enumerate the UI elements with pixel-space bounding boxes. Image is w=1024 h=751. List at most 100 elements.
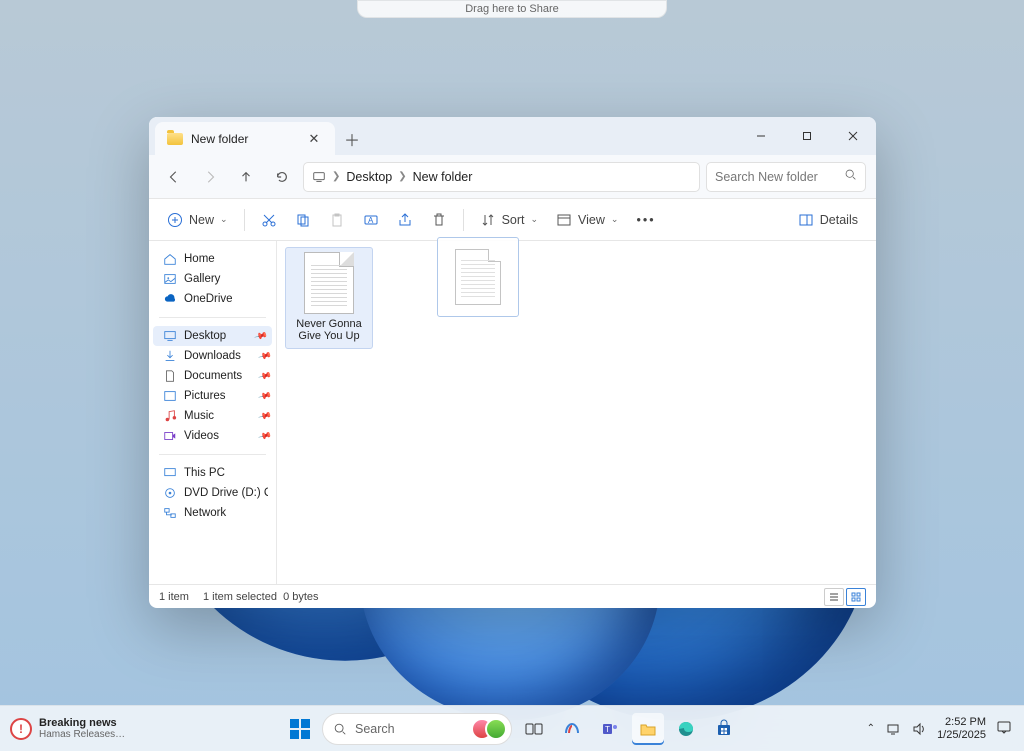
file-item[interactable]: Never Gonna Give You Up xyxy=(285,247,373,349)
taskbar-app-taskview[interactable] xyxy=(518,713,550,745)
details-button[interactable]: Details xyxy=(790,205,866,235)
clock[interactable]: 2:52 PM 1/25/2025 xyxy=(937,716,986,742)
titlebar: New folder ✕ ＋ xyxy=(149,117,876,155)
volume-icon[interactable] xyxy=(911,721,927,737)
paste-button[interactable] xyxy=(321,205,353,235)
more-button[interactable]: ••• xyxy=(628,205,663,235)
tab-close-button[interactable]: ✕ xyxy=(305,130,323,148)
new-label: New xyxy=(189,213,214,227)
cut-button[interactable] xyxy=(253,205,285,235)
sidebar-item-home[interactable]: Home xyxy=(149,249,276,269)
file-list[interactable]: Never Gonna Give You Up xyxy=(277,241,876,584)
date: 1/25/2025 xyxy=(937,729,986,742)
details-label: Details xyxy=(820,213,858,227)
taskbar-app-edge[interactable] xyxy=(670,713,702,745)
sidebar-item-onedrive[interactable]: OneDrive xyxy=(149,289,276,309)
rename-button[interactable]: A xyxy=(355,205,387,235)
taskbar-search[interactable]: Search xyxy=(322,713,512,745)
sidebar-item-documents[interactable]: Documents 📌 xyxy=(149,366,276,386)
news-alert-icon xyxy=(10,718,32,740)
drag-ghost xyxy=(437,237,519,317)
drag-to-share-bar[interactable]: Drag here to Share xyxy=(357,0,667,18)
search-icon xyxy=(333,722,347,736)
pin-icon: 📌 xyxy=(257,348,272,363)
svg-text:A: A xyxy=(368,216,374,225)
disc-icon xyxy=(163,486,177,500)
time: 2:52 PM xyxy=(937,716,986,729)
status-item-count: 1 item xyxy=(159,591,189,603)
sidebar-item-network[interactable]: Network xyxy=(149,503,276,523)
close-button[interactable] xyxy=(830,117,876,155)
monitor-icon xyxy=(312,170,326,184)
nav-forward-button[interactable] xyxy=(195,162,225,192)
folder-icon xyxy=(167,133,183,145)
start-button[interactable] xyxy=(284,713,316,745)
notifications-button[interactable] xyxy=(996,719,1012,738)
status-bar: 1 item 1 item selected 0 bytes xyxy=(149,584,876,608)
pin-icon: 📌 xyxy=(257,428,272,443)
chevron-down-icon: ⌄ xyxy=(220,214,228,225)
breadcrumb[interactable]: ❯ Desktop ❯ New folder xyxy=(303,162,700,192)
sidebar-item-dvd[interactable]: DVD Drive (D:) CCCC xyxy=(149,483,276,503)
icons-view-toggle[interactable] xyxy=(846,588,866,606)
tab-title: New folder xyxy=(191,132,248,146)
sidebar-item-music[interactable]: Music 📌 xyxy=(149,406,276,426)
wifi-icon[interactable] xyxy=(885,721,901,737)
search-input[interactable] xyxy=(715,170,857,184)
pin-icon: 📌 xyxy=(257,368,272,383)
home-icon xyxy=(163,252,177,266)
breadcrumb-desktop[interactable]: Desktop xyxy=(346,170,392,184)
search-box[interactable] xyxy=(706,162,866,192)
gallery-icon xyxy=(163,272,177,286)
taskbar-app-explorer[interactable] xyxy=(632,713,664,745)
trash-icon xyxy=(431,212,447,228)
minimize-button[interactable] xyxy=(738,117,784,155)
pc-icon xyxy=(163,466,177,480)
share-icon xyxy=(397,212,413,228)
details-view-toggle[interactable] xyxy=(824,588,844,606)
sidebar-item-downloads[interactable]: Downloads 📌 xyxy=(149,346,276,366)
delete-button[interactable] xyxy=(423,205,455,235)
address-bar: ❯ Desktop ❯ New folder xyxy=(149,155,876,199)
search-placeholder: Search xyxy=(355,722,395,736)
taskbar: Breaking news Hamas Releases… Search T xyxy=(0,705,1024,751)
sidebar-item-gallery[interactable]: Gallery xyxy=(149,269,276,289)
text-file-icon xyxy=(455,249,501,305)
ellipsis-icon: ••• xyxy=(636,213,655,227)
breadcrumb-newfolder[interactable]: New folder xyxy=(413,170,473,184)
sort-icon xyxy=(480,212,496,228)
sidebar-item-pictures[interactable]: Pictures 📌 xyxy=(149,386,276,406)
tray-overflow-icon[interactable]: ⌃ xyxy=(867,723,875,734)
chevron-down-icon: ⌄ xyxy=(531,214,539,225)
view-label: View xyxy=(578,213,605,227)
taskbar-app-store[interactable] xyxy=(708,713,740,745)
view-button[interactable]: View ⌄ xyxy=(548,205,626,235)
taskbar-app-teams[interactable]: T xyxy=(594,713,626,745)
new-button[interactable]: New ⌄ xyxy=(159,205,236,235)
sidebar-item-desktop[interactable]: Desktop 📌 xyxy=(153,326,272,346)
search-icon xyxy=(844,168,857,186)
maximize-button[interactable] xyxy=(784,117,830,155)
share-button[interactable] xyxy=(389,205,421,235)
sidebar-item-thispc[interactable]: This PC xyxy=(149,463,276,483)
copy-button[interactable] xyxy=(287,205,319,235)
sort-button[interactable]: Sort ⌄ xyxy=(472,205,546,235)
pin-icon: 📌 xyxy=(257,388,272,403)
notification-icon xyxy=(996,719,1012,735)
taskbar-app-copilot[interactable] xyxy=(556,713,588,745)
status-selection: 1 item selected xyxy=(203,591,277,603)
new-tab-button[interactable]: ＋ xyxy=(335,122,369,155)
window-tab[interactable]: New folder ✕ xyxy=(155,122,335,155)
system-tray[interactable]: ⌃ xyxy=(867,721,927,737)
nav-back-button[interactable] xyxy=(159,162,189,192)
sort-label: Sort xyxy=(502,213,525,227)
sidebar-item-videos[interactable]: Videos 📌 xyxy=(149,426,276,446)
nav-up-button[interactable] xyxy=(231,162,261,192)
cloud-icon xyxy=(163,292,177,306)
news-title: Breaking news xyxy=(39,717,125,729)
chevron-right-icon: ❯ xyxy=(332,171,340,182)
video-icon xyxy=(163,429,177,443)
news-subtitle: Hamas Releases… xyxy=(39,729,125,741)
widgets-button[interactable]: Breaking news Hamas Releases… xyxy=(0,717,125,741)
refresh-button[interactable] xyxy=(267,162,297,192)
